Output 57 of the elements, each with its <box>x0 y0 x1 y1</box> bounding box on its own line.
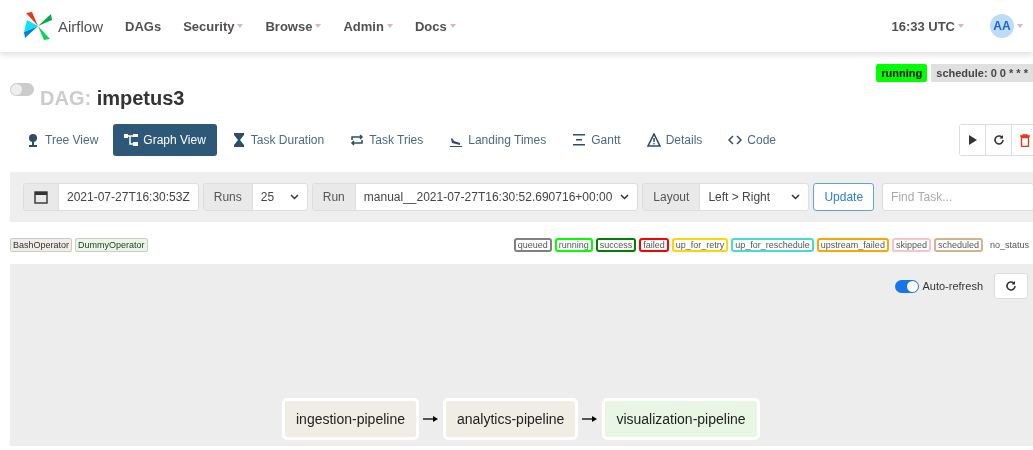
state-legend-tag: queued <box>513 238 552 252</box>
state-legend-tag: up_for_retry <box>671 238 729 252</box>
trigger-dag-button[interactable] <box>960 125 986 155</box>
view-tab[interactable]: Graph View <box>113 124 217 156</box>
pause-toggle[interactable] <box>10 82 34 96</box>
operator-legend-tag: DummyOperator <box>75 238 148 252</box>
view-tab[interactable]: Gantt <box>561 124 632 156</box>
state-legend-tag: success <box>595 238 637 252</box>
caret-icon <box>315 24 322 28</box>
trash-icon <box>1019 133 1030 147</box>
edge-arrow <box>582 415 599 423</box>
state-legend-tag: up_for_reschedule <box>731 238 814 252</box>
caret-icon <box>237 24 244 28</box>
auto-refresh-switch[interactable] <box>895 279 920 293</box>
user-avatar[interactable]: AA <box>990 14 1014 38</box>
nav-menu-item[interactable]: Browse <box>265 18 322 34</box>
refresh-graph-button[interactable] <box>994 273 1028 299</box>
nav-menu-item[interactable]: Docs <box>414 18 456 34</box>
state-legend-tag: failed <box>639 238 669 252</box>
view-tab[interactable]: Details <box>635 124 714 156</box>
clock-menu[interactable]: 16:33 UTC <box>891 18 955 34</box>
nav-menu-item[interactable]: Admin <box>343 18 393 34</box>
graph-icon <box>124 133 139 147</box>
auto-refresh-label: Auto-refresh <box>922 280 983 292</box>
state-legend-tag: skipped <box>891 238 931 252</box>
view-tab[interactable]: Task Duration <box>220 124 336 156</box>
state-legend-tag: running <box>554 238 593 252</box>
operator-legend-tag: BashOperator <box>10 238 73 252</box>
gantt-icon <box>572 133 587 147</box>
repeat-icon <box>350 133 365 147</box>
state-legend-tag: upstream_failed <box>816 238 889 252</box>
task-node[interactable]: ingestion-pipeline <box>282 398 419 440</box>
warning-icon <box>646 133 661 147</box>
schedule-label: schedule: 0 0 * * * <box>931 64 1033 82</box>
refresh-icon <box>992 134 1005 146</box>
task-node[interactable]: analytics-pipeline <box>442 398 579 440</box>
nav-menu-item[interactable]: DAGs <box>125 18 162 34</box>
code-icon <box>728 133 743 147</box>
brand-name[interactable]: Airflow <box>58 17 103 35</box>
view-tab[interactable]: Task Tries <box>339 124 435 156</box>
view-tab[interactable]: Tree View <box>15 124 110 156</box>
nav-menu-item[interactable]: Security <box>183 18 244 34</box>
play-icon <box>967 134 978 146</box>
state-legend-tag: scheduled <box>933 238 983 252</box>
refresh-icon <box>1005 280 1017 292</box>
pinwheel-logo-icon[interactable] <box>22 11 54 41</box>
view-tab[interactable]: Code <box>717 124 787 156</box>
task-node[interactable]: visualization-pipeline <box>602 398 760 440</box>
tree-icon <box>26 133 40 147</box>
dag-status-label: running <box>876 64 928 82</box>
edge-arrow <box>422 415 439 423</box>
hourglass-icon <box>231 133 246 147</box>
view-tab[interactable]: Landing Times <box>438 124 558 156</box>
caret-icon <box>386 24 393 28</box>
caret-icon <box>449 24 456 28</box>
find-task-field[interactable]: Find Task... <box>882 183 1033 211</box>
update-button[interactable]: Update <box>813 183 875 211</box>
